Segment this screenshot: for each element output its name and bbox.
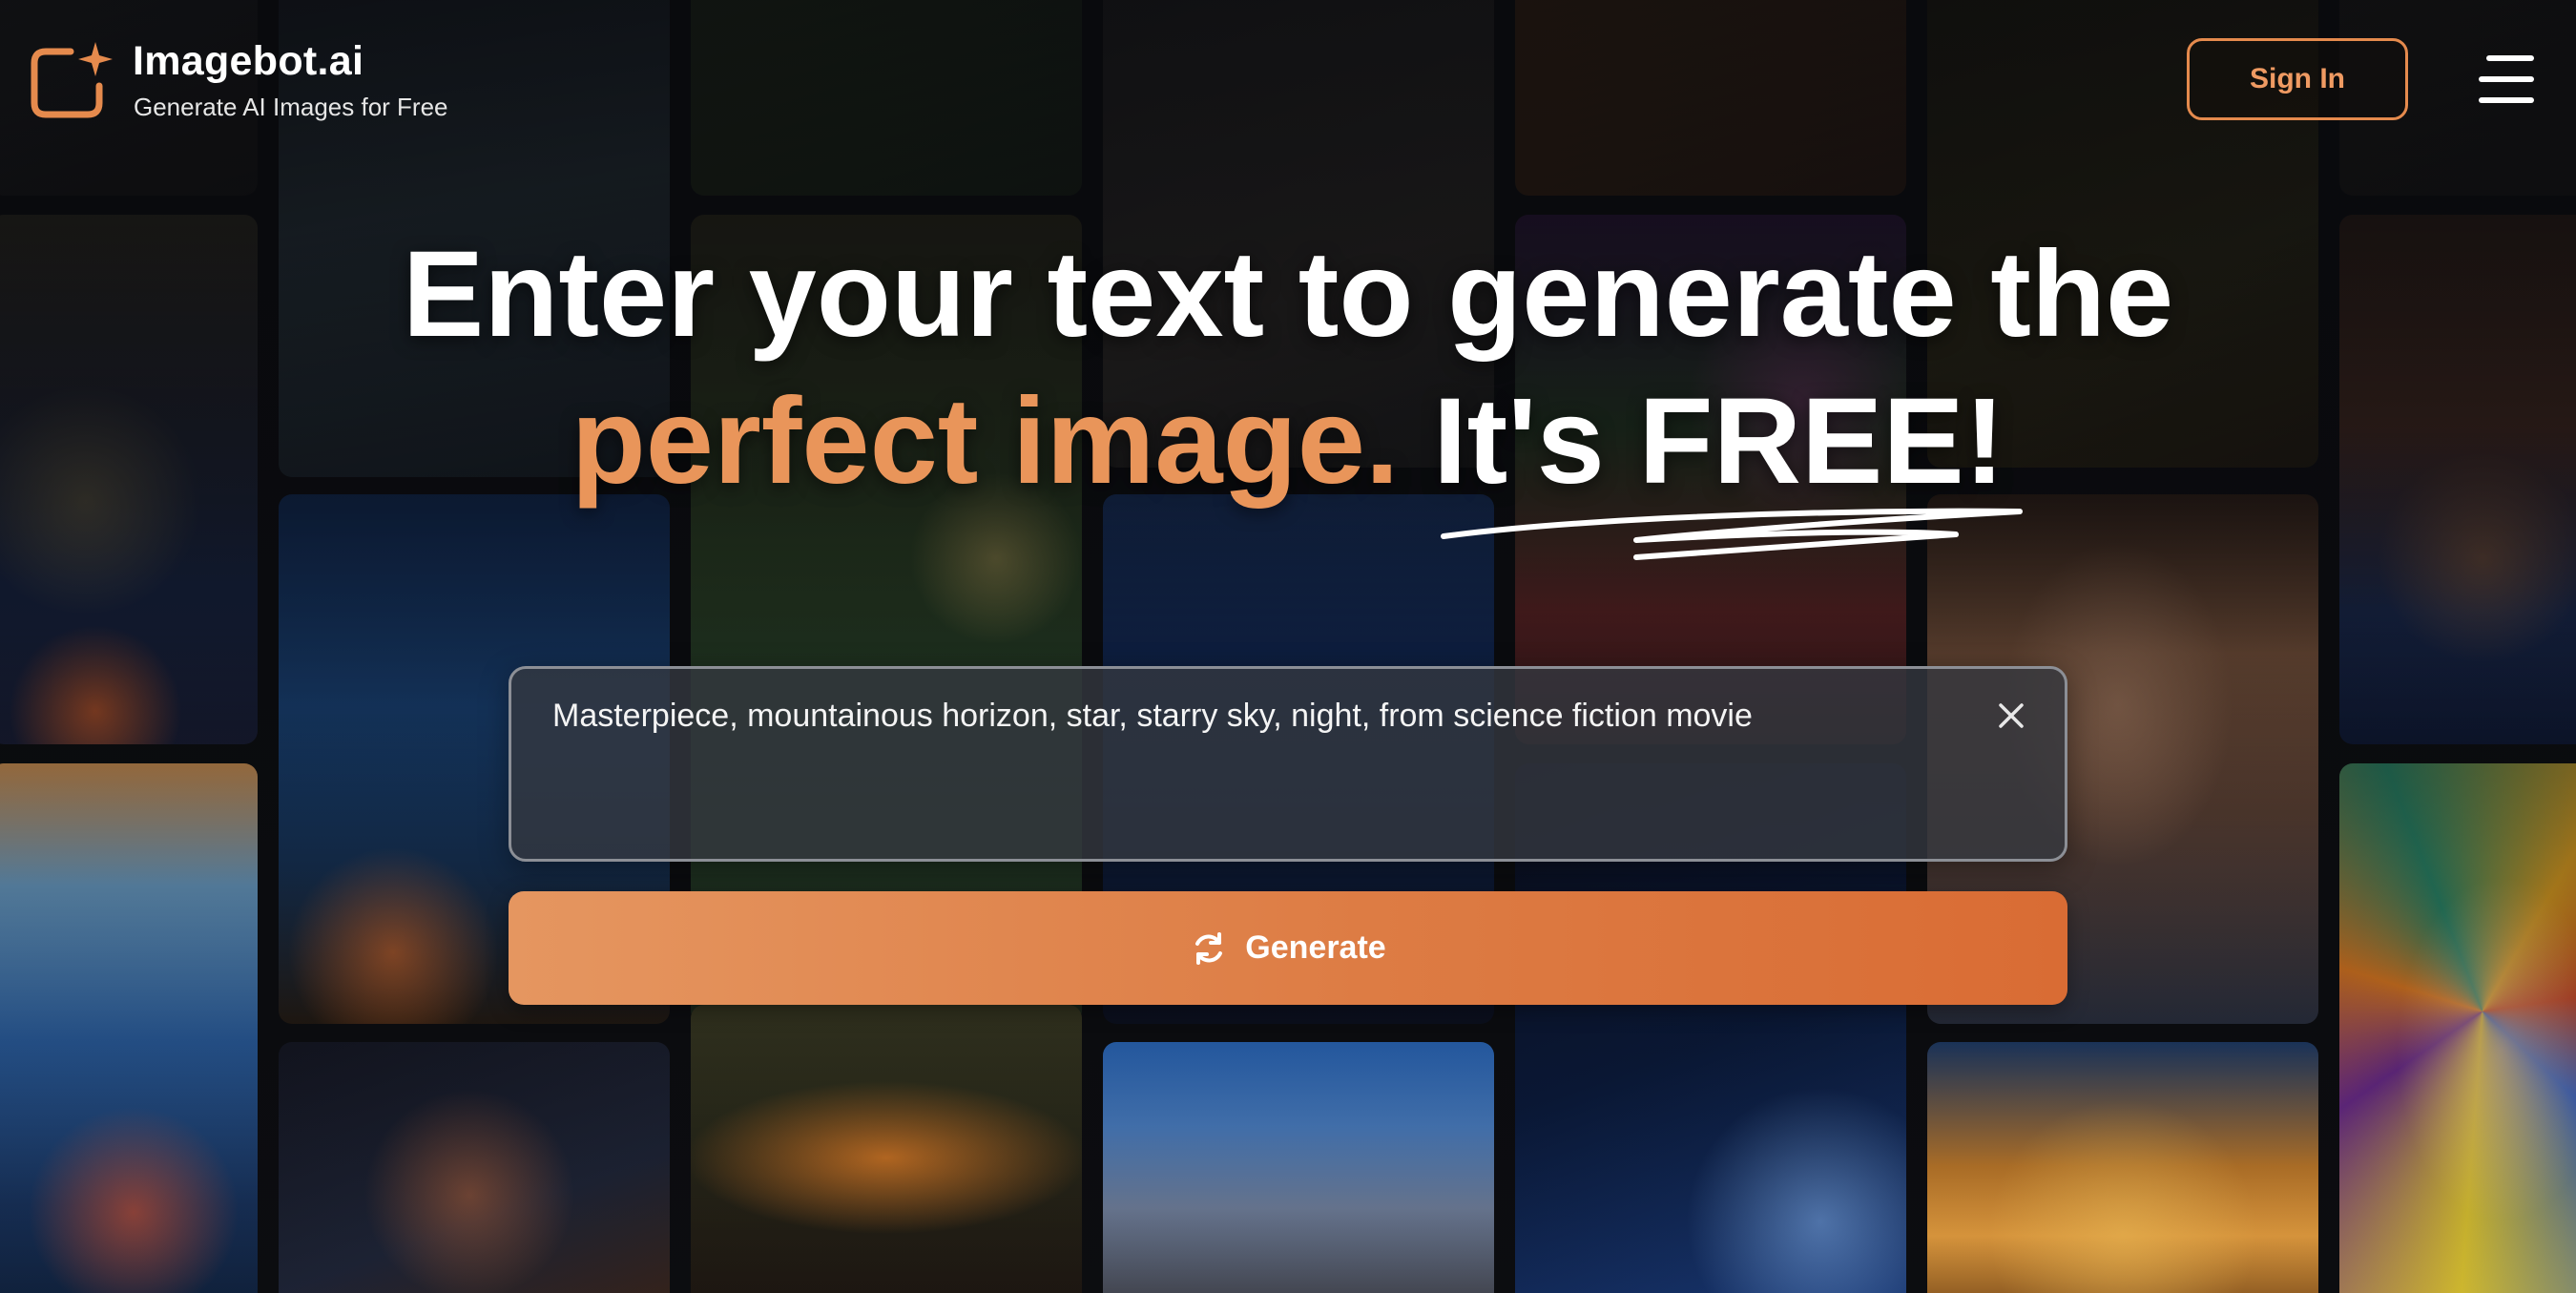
prompt-text-value[interactable]: Masterpiece, mountainous horizon, star, …: [552, 698, 1753, 735]
gallery-image: [279, 1042, 670, 1293]
brand-tagline: Generate AI Images for Free: [134, 93, 448, 121]
gallery-image: [691, 1005, 1082, 1293]
hero-headline: Enter your text to generate the perfect …: [0, 221, 2576, 515]
sign-in-button[interactable]: Sign In: [2187, 38, 2408, 120]
prompt-textarea[interactable]: Masterpiece, mountainous horizon, star, …: [509, 666, 2067, 862]
headline-line-1: Enter your text to generate the: [402, 226, 2174, 363]
generate-button[interactable]: Generate: [509, 891, 2067, 1005]
gallery-image: [1927, 1042, 2318, 1293]
headline-line-2: perfect image. It's FREE!: [0, 368, 2576, 515]
gallery-image: [691, 0, 1082, 196]
image-sparkle-logo-icon[interactable]: [29, 40, 113, 118]
gallery-image: [2339, 763, 2576, 1293]
close-icon[interactable]: [1996, 700, 2026, 731]
generate-label: Generate: [1245, 929, 1386, 966]
gallery-image: [1103, 1042, 1494, 1293]
gallery-image: [1515, 0, 1906, 196]
refresh-icon: [1195, 931, 1223, 965]
underline-scribble: [1441, 508, 2023, 560]
hamburger-menu-icon[interactable]: [2477, 52, 2534, 107]
background-image-mosaic: [0, 0, 2576, 1293]
gallery-image: [0, 763, 258, 1293]
brand-name[interactable]: Imagebot.ai: [133, 38, 364, 85]
headline-free: It's FREE!: [1433, 373, 2005, 510]
headline-highlight: perfect image.: [571, 373, 1400, 510]
